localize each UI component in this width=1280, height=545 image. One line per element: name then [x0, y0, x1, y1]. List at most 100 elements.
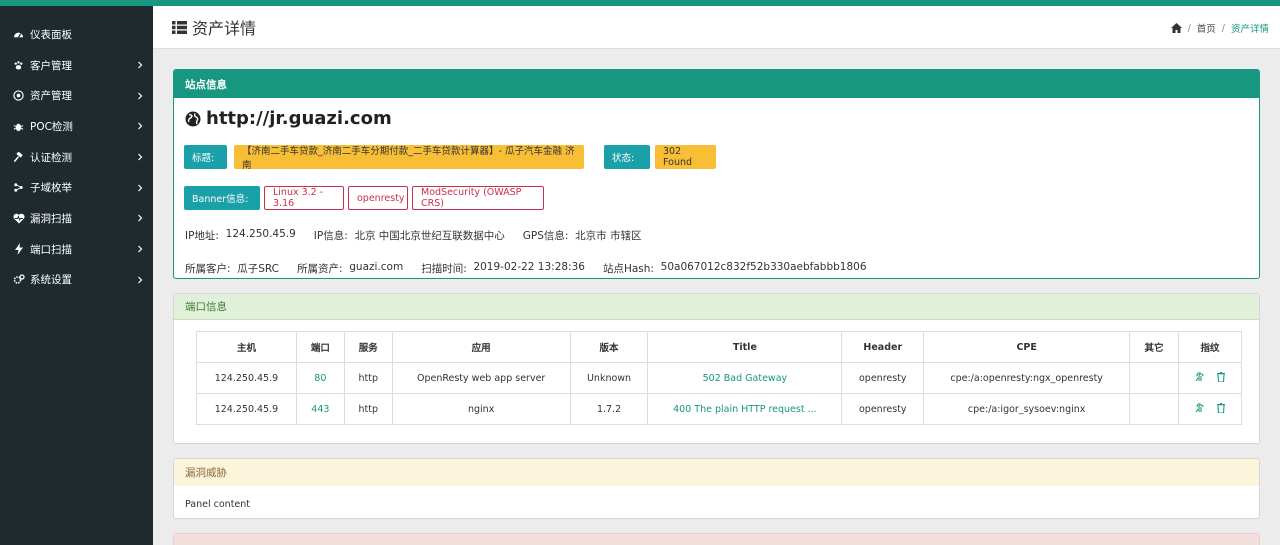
banner-badge: openresty: [348, 186, 408, 210]
title-link[interactable]: 400 The plain HTTP request ...: [647, 393, 843, 425]
table-row: 124.250.45.9 80 http OpenResty web app s…: [196, 362, 1242, 394]
page-title: 资产详情: [172, 15, 256, 39]
table-row: 124.250.45.9 443 http nginx 1.7.2 400 Th…: [196, 393, 1242, 425]
fingerprint-actions: [1178, 362, 1242, 394]
target-icon: [12, 89, 25, 102]
sidebar-item-dashboard[interactable]: 仪表面板: [0, 19, 153, 50]
breadcrumb-separator: /: [1187, 22, 1191, 34]
chevron-right-icon: [138, 215, 143, 222]
column-header: Title: [647, 331, 843, 363]
gavel-icon: [12, 151, 25, 164]
sidebar-item-label: 仪表面板: [30, 28, 72, 41]
paw-icon: [12, 59, 25, 72]
banner-label: Banner信息:: [184, 186, 260, 210]
next-panel-partial: [173, 533, 1260, 545]
breadcrumb-home-link[interactable]: 首页: [1197, 21, 1216, 35]
site-hash-label: 站点Hash:: [602, 263, 654, 275]
page-title-text: 资产详情: [192, 19, 257, 38]
port-link[interactable]: 80: [295, 362, 345, 394]
scan-time-value: 2019-02-22 13:28:36: [473, 261, 585, 273]
chevron-right-icon: [138, 245, 143, 253]
version-cell: 1.7.2: [569, 393, 649, 425]
cogs-icon: [12, 273, 25, 286]
sidebar-item-label: POC检测: [30, 120, 73, 133]
chevron-right-icon: [138, 61, 143, 69]
chevron-right-icon: [138, 92, 143, 100]
page-header: 资产详情 / 首页 / 资产详情: [153, 6, 1280, 49]
other-cell: [1129, 362, 1179, 394]
customer-value: 瓜子SRC: [237, 263, 280, 275]
port-link[interactable]: 443: [295, 393, 345, 425]
sidebar-item-label: 资产管理: [30, 90, 72, 103]
scan-time-label: 扫描时间:: [421, 263, 467, 275]
sidebar-item-subdomains[interactable]: 子域枚举: [0, 172, 153, 203]
version-cell: Unknown: [569, 362, 649, 394]
sidebar-item-auth[interactable]: 认证检测: [0, 142, 153, 173]
sidebar-item-customers[interactable]: 客户管理: [0, 50, 153, 81]
trash-icon[interactable]: [1217, 402, 1226, 414]
dashboard-icon: [12, 28, 25, 41]
breadcrumb-separator: /: [1221, 22, 1225, 34]
vuln-heading: 漏洞威胁: [174, 459, 1259, 486]
fingerprint-icon[interactable]: [1195, 371, 1204, 382]
sidebar-item-poc[interactable]: POC检测: [0, 111, 153, 142]
chevron-right-icon: [138, 153, 143, 161]
sidebar-item-settings[interactable]: 系统设置: [0, 265, 153, 296]
host-cell: 124.250.45.9: [196, 362, 297, 394]
chevron-right-icon: [138, 276, 143, 284]
asset-info-row: 所属客户: 瓜子SRC 所属资产: guazi.com 扫描时间: 2019-0…: [185, 261, 867, 276]
bolt-icon: [12, 243, 25, 256]
column-header: 版本: [569, 331, 649, 363]
ipinfo-label: IP信息:: [313, 230, 348, 242]
breadcrumb-current: 资产详情: [1230, 24, 1269, 35]
status-label: 状态:: [604, 145, 650, 169]
vuln-body: Panel content: [185, 499, 251, 510]
list-icon: [172, 20, 187, 34]
column-header: 其它: [1129, 331, 1179, 363]
next-panel-heading: [174, 534, 1259, 545]
column-header: 主机: [196, 331, 297, 363]
trash-icon[interactable]: [1217, 371, 1226, 383]
header-cell: openresty: [841, 393, 925, 425]
fingerprint-actions: [1178, 393, 1242, 425]
column-header: 指纹: [1178, 331, 1242, 363]
sidebar-item-assets[interactable]: 资产管理: [0, 80, 153, 111]
site-url: http://jr.guazi.com: [185, 108, 392, 129]
sitemap-icon: [12, 181, 25, 194]
globe-icon: [185, 111, 201, 126]
cpe-cell: cpe:/a:igor_sysoev:nginx: [923, 393, 1131, 425]
ipinfo-value: 北京 中国北京世纪互联数据中心: [354, 230, 505, 242]
home-icon[interactable]: [1170, 23, 1182, 33]
site-info-panel: 站点信息 http://jr.guazi.com 标题: 【济南二手车贷款_济南…: [173, 69, 1260, 279]
customer-label: 所属客户:: [185, 263, 231, 275]
fingerprint-icon[interactable]: [1195, 402, 1204, 413]
sidebar-item-label: 漏洞扫描: [30, 212, 72, 225]
cpe-cell: cpe:/a:openresty:ngx_openresty: [923, 362, 1131, 394]
column-header: 端口: [295, 331, 345, 363]
port-info-heading: 端口信息: [174, 294, 1259, 320]
service-cell: http: [343, 362, 393, 394]
column-header: Header: [841, 331, 925, 363]
banner-badge: Linux 3.2 - 3.16: [264, 186, 344, 210]
chevron-right-icon: [138, 184, 143, 192]
ip-value: 124.250.45.9: [225, 228, 296, 240]
app-cell: OpenResty web app server: [391, 362, 571, 394]
title-value-badge: 【济南二手车贷款_济南二手车分期付款_二手车贷款计算器】- 瓜子汽车金融 济南: [234, 145, 584, 171]
gps-label: GPS信息:: [522, 230, 569, 242]
ip-label: IP地址:: [185, 230, 219, 242]
sidebar-item-label: 认证检测: [30, 151, 72, 164]
port-table: 主机 端口 服务 应用 版本 Title Header CPE 其它 指纹 12…: [196, 331, 1242, 425]
site-url-text[interactable]: http://jr.guazi.com: [206, 108, 392, 129]
bug-icon: [12, 120, 25, 133]
sidebar-item-vuln-scan[interactable]: 漏洞扫描: [0, 203, 153, 234]
site-hash-value: 50a067012c832f52b330aebfabbb1806: [660, 261, 867, 273]
site-info-heading: 站点信息: [174, 70, 1259, 98]
breadcrumb: / 首页 / 资产详情: [1170, 21, 1269, 35]
sidebar-item-label: 客户管理: [30, 59, 72, 72]
gps-value: 北京市 市辖区: [575, 230, 642, 242]
port-info-panel: 端口信息 主机 端口 服务 应用 版本 Title Header CPE 其它 …: [173, 293, 1260, 444]
chevron-right-icon: [138, 122, 143, 130]
asset-value: guazi.com: [349, 261, 404, 273]
sidebar-item-port-scan[interactable]: 端口扫描: [0, 234, 153, 265]
title-link[interactable]: 502 Bad Gateway: [647, 362, 843, 394]
